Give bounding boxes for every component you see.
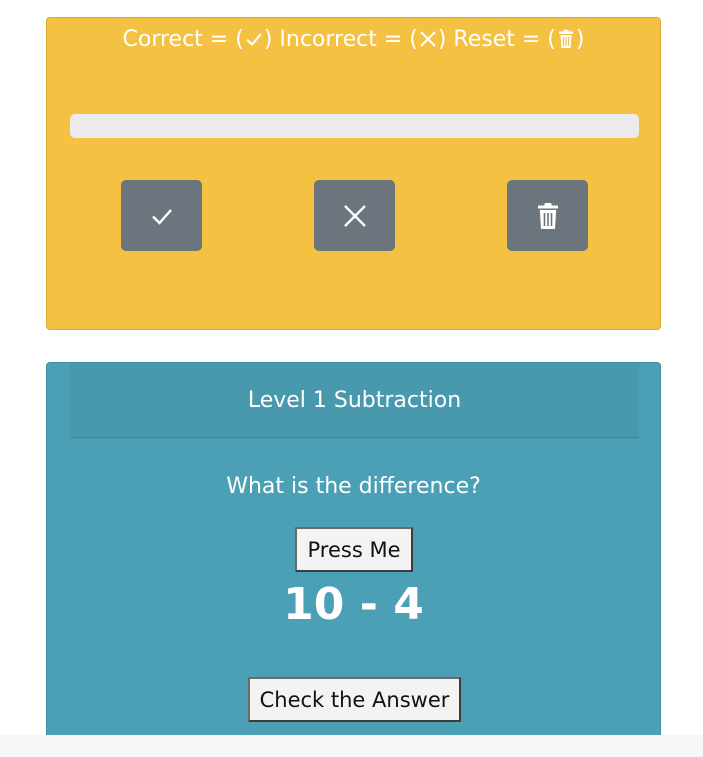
progress-bar — [70, 114, 639, 138]
check-answer-button[interactable]: Check the Answer — [248, 677, 461, 722]
tracker-legend: Correct = ( ) Incorrect = ( ) Reset = () — [47, 26, 660, 54]
question-header: Level 1 Subtraction — [70, 363, 639, 438]
legend-correct-text: Correct = ( — [122, 27, 244, 52]
question-card: Level 1 Subtraction What is the differen… — [46, 362, 661, 757]
math-problem: 10 - 4 — [283, 579, 424, 630]
page: Correct = ( ) Incorrect = ( ) Reset = () L… — [0, 0, 703, 757]
trash-icon — [558, 29, 573, 48]
legend-close-paren: ) — [575, 27, 585, 52]
correct-button[interactable] — [121, 180, 202, 251]
bottom-strip — [0, 735, 703, 757]
legend-reset-text: ) Reset = ( — [437, 27, 556, 52]
check-icon — [246, 33, 262, 46]
question-prompt: What is the difference? — [226, 474, 481, 499]
score-tracker-card: Correct = ( ) Incorrect = ( ) Reset = () — [46, 17, 661, 330]
check-icon — [151, 208, 172, 225]
x-icon — [420, 31, 436, 47]
reset-button[interactable] — [507, 180, 588, 251]
x-icon — [343, 204, 366, 227]
incorrect-button[interactable] — [314, 180, 395, 251]
press-me-button[interactable]: Press Me — [295, 527, 413, 572]
trash-icon — [537, 202, 558, 229]
legend-incorrect-text: ) Incorrect = ( — [263, 27, 418, 52]
